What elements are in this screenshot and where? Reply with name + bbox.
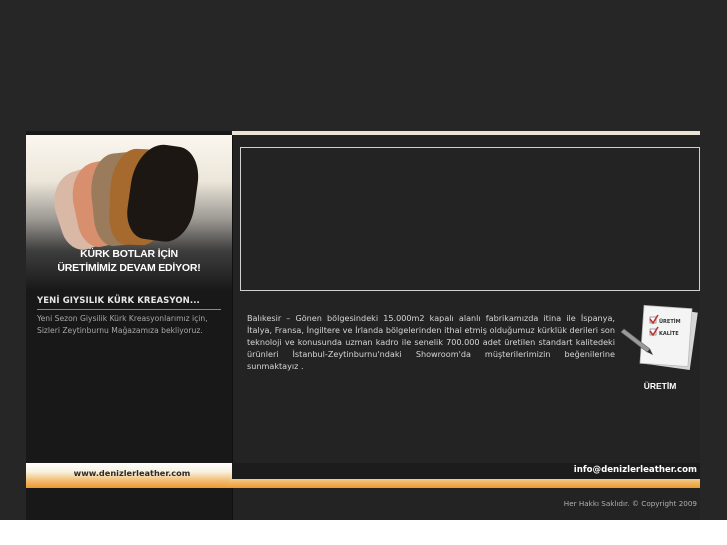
promo-subtitle: ÜRETİMİMİZ DEVAM EDİYOR!	[57, 262, 201, 274]
copyright-text: Her Hakkı Saklıdır. © Copyright 2009	[563, 499, 697, 508]
site-url-link[interactable]: www.denizlerleather.com	[26, 468, 238, 478]
checklist-item: ÜRETİM	[659, 318, 681, 325]
divider	[37, 309, 221, 310]
page-bottom	[0, 520, 727, 545]
promo-title: KÜRK BOTLAR İÇİN	[80, 248, 178, 260]
main-container: KÜRK BOTLAR İÇİN ÜRETİMİMİZ DEVAM EDİYOR…	[26, 131, 700, 520]
checklist-icon[interactable]: ÜRETİM KALİTE	[620, 303, 700, 373]
production-link[interactable]: ÜRETİM	[620, 381, 700, 391]
media-frame[interactable]	[240, 147, 700, 291]
about-text: Balıkesir – Gönen bölgesindeki 15.000m2 …	[247, 313, 615, 371]
header-area	[0, 0, 727, 131]
left-column: KÜRK BOTLAR İÇİN ÜRETİMİMİZ DEVAM EDİYOR…	[26, 131, 232, 520]
email-link[interactable]: info@denizlerleather.com	[574, 465, 697, 475]
promo-banner[interactable]: KÜRK BOTLAR İÇİN ÜRETİMİMİZ DEVAM EDİYOR…	[26, 135, 232, 289]
news-body: Yeni Sezon Giysilik Kürk Kreasyonlarımız…	[37, 314, 208, 335]
checklist-item: KALİTE	[659, 330, 679, 337]
news-title-link[interactable]: YENİ GIYSILIK KÜRK KREASYON...	[37, 296, 200, 306]
